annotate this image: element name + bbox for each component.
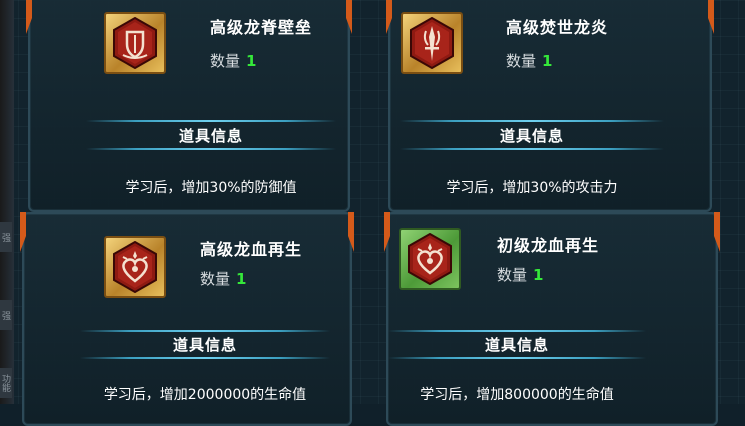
item-quantity-3: 数量 1 <box>200 268 246 289</box>
divider-2b <box>400 148 664 150</box>
heart-icon <box>408 233 452 285</box>
item-icon-frame-4[interactable] <box>399 228 461 290</box>
item-name-2: 高级焚世龙炎 <box>506 18 609 37</box>
divider-1b <box>86 148 336 150</box>
item-name-4: 初级龙血再生 <box>497 236 600 255</box>
divider-4b <box>388 357 646 359</box>
item-quantity-1: 数量 1 <box>210 50 256 71</box>
item-effect-3: 学习后，增加2000000的生命值 <box>103 387 307 403</box>
divider-3 <box>80 330 330 332</box>
quantity-value: 1 <box>246 52 257 70</box>
section-title-3: 道具信息 <box>172 336 237 354</box>
divider-1 <box>86 120 336 122</box>
item-name-3: 高级龙血再生 <box>200 240 303 259</box>
quantity-value: 1 <box>533 266 544 284</box>
divider-3b <box>80 357 330 359</box>
divider-4 <box>388 330 646 332</box>
left-tab-3[interactable]: 功能 <box>0 368 12 398</box>
item-effect-4: 学习后，增加800000的生命值 <box>420 387 614 403</box>
flame-sword-icon <box>410 17 454 69</box>
left-tab-2[interactable]: 强 <box>0 300 12 330</box>
item-name-1: 高级龙脊壁垒 <box>210 18 313 37</box>
quantity-label: 数量 <box>506 52 537 70</box>
quantity-value: 1 <box>236 270 247 288</box>
quantity-label: 数量 <box>210 52 241 70</box>
quantity-value: 1 <box>542 52 553 70</box>
quantity-label: 数量 <box>200 270 231 288</box>
section-title-4: 道具信息 <box>484 336 549 354</box>
item-icon-frame-3[interactable] <box>104 236 166 298</box>
divider-2 <box>400 120 664 122</box>
quantity-label: 数量 <box>497 266 528 284</box>
section-title-2: 道具信息 <box>499 127 564 145</box>
left-edge-panel <box>0 0 14 404</box>
item-icon-frame-1[interactable] <box>104 12 166 74</box>
heart-icon <box>113 241 157 293</box>
item-quantity-2: 数量 1 <box>506 50 552 71</box>
item-effect-1: 学习后，增加30%的防御值 <box>125 180 297 196</box>
item-quantity-4: 数量 1 <box>497 264 543 285</box>
shield-icon <box>113 17 157 69</box>
item-effect-2: 学习后，增加30%的攻击力 <box>446 180 618 196</box>
item-icon-frame-2[interactable] <box>401 12 463 74</box>
left-tab-1[interactable]: 强 <box>0 222 12 252</box>
section-title-1: 道具信息 <box>178 127 243 145</box>
